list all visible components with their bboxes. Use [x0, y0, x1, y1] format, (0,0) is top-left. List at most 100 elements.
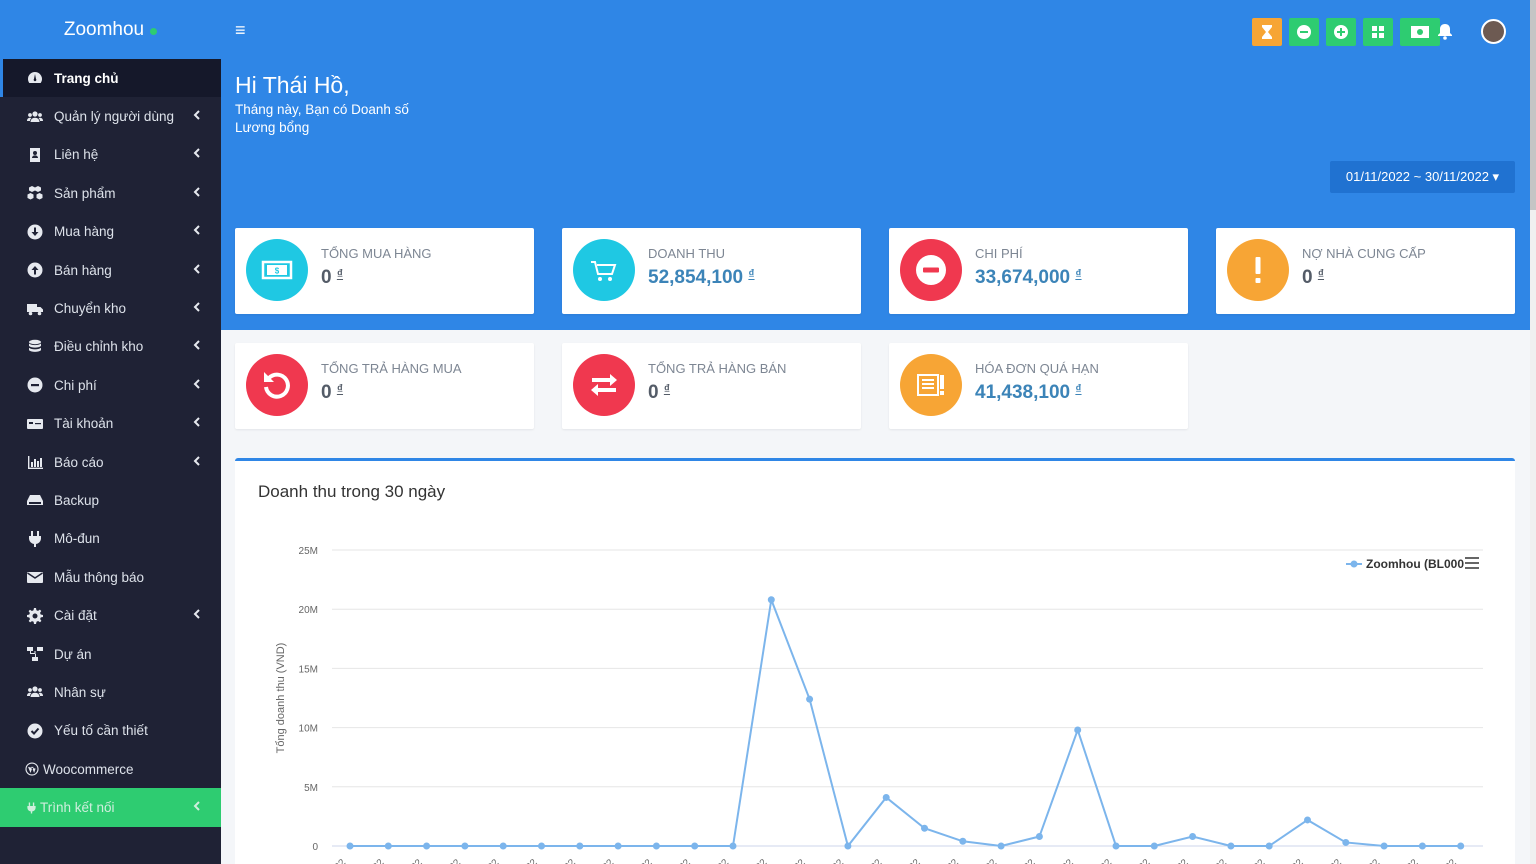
- add-sale-button[interactable]: [1326, 18, 1356, 46]
- currency-symbol: ₫: [336, 267, 344, 281]
- money-bill-icon: [1411, 26, 1429, 38]
- dashboard-icon: [25, 70, 45, 86]
- data-point: [384, 842, 392, 850]
- cubes-icon: [25, 185, 45, 201]
- chevron-left-icon: [193, 417, 203, 430]
- sidebar-item-10[interactable]: Báo cáo: [0, 443, 221, 481]
- data-point: [1342, 838, 1350, 846]
- brand-logo[interactable]: Zoomhou: [0, 0, 221, 59]
- money-bill-icon: $: [246, 239, 308, 301]
- stat-card-title: TỔNG TRẢ HÀNG BÁN: [648, 361, 787, 376]
- cash-register-button[interactable]: [1400, 18, 1440, 46]
- x-tick-label: 22: [1137, 857, 1153, 864]
- revenue-chart-panel: Doanh thu trong 30 ngày 0 5M 10M 15M 20M 25M T…: [235, 458, 1515, 864]
- stat-card-amount: 0: [321, 267, 332, 288]
- sidebar-item-2[interactable]: Liên hệ: [0, 136, 221, 174]
- sidebar-item-label: Trang chủ: [54, 70, 119, 86]
- arrow-circle-up-icon: [25, 262, 45, 278]
- x-tick-label: 22: [562, 857, 578, 864]
- envelope-icon: [25, 569, 45, 585]
- currency-symbol: ₫: [1317, 267, 1325, 281]
- page-scrollbar[interactable]: [1530, 0, 1536, 864]
- sidebar-item-19[interactable]: Trình kết nối: [0, 788, 221, 827]
- sidebar-item-18[interactable]: Woocommerce: [0, 750, 221, 788]
- chevron-left-icon: [193, 263, 203, 277]
- x-tick-label: 22: [1443, 857, 1459, 864]
- sidebar-item-0[interactable]: Trang chủ: [0, 59, 221, 98]
- sidebar-item-14[interactable]: Cài đặt: [0, 596, 221, 634]
- sidebar-item-3[interactable]: Sản phẩm: [0, 174, 221, 212]
- x-tick-label: 22: [1290, 857, 1306, 864]
- currency-symbol: ₫: [1075, 267, 1082, 281]
- sidebar-item-label: Tài khoản: [54, 416, 114, 432]
- sidebar-item-16[interactable]: Nhân sự: [0, 673, 221, 711]
- stat-card-amount: 0: [648, 382, 659, 403]
- sidebar-item-15[interactable]: Dự án: [0, 635, 221, 673]
- x-tick-label: 22: [1328, 857, 1344, 864]
- chevron-left-icon: [193, 225, 203, 238]
- greeting-line-1: Tháng này, Bạn có Doanh số: [235, 102, 409, 117]
- chevron-left-icon: [193, 801, 203, 814]
- sidebar-item-label: Quản lý người dùng: [54, 109, 174, 125]
- data-point: [1112, 842, 1120, 850]
- x-tick-label: 22: [639, 857, 655, 864]
- revenue-line-chart: 0 5M 10M 15M 20M 25M Tổng doanh thu (VND) 22 22 2…: [275, 546, 1483, 864]
- sidebar-item-12[interactable]: Mô-đun: [0, 520, 221, 558]
- stat-card-title: CHI PHÍ: [975, 246, 1023, 261]
- wordpress-icon: [25, 761, 39, 777]
- date-range-picker[interactable]: 01/11/2022 ~ 30/11/2022 ▾: [1330, 161, 1515, 193]
- y-tick-label: 20M: [299, 605, 318, 616]
- data-point: [1150, 842, 1158, 850]
- x-tick-label: 22: [1405, 857, 1421, 864]
- y-tick-label: 5M: [304, 783, 318, 794]
- chevron-left-icon: [193, 187, 203, 200]
- chevron-left-icon: [193, 110, 203, 123]
- data-point: [806, 695, 814, 703]
- sidebar-item-5[interactable]: Bán hàng: [0, 251, 221, 289]
- sidebar-item-9[interactable]: Tài khoản: [0, 405, 221, 443]
- sidebar-item-11[interactable]: Backup: [0, 481, 221, 519]
- users-icon: [25, 109, 45, 125]
- address-book-icon: [25, 147, 45, 163]
- arrow-circle-down-icon: [25, 224, 45, 240]
- chart-menu-icon[interactable]: [1465, 557, 1479, 569]
- data-point: [1035, 833, 1043, 841]
- data-point: [1227, 842, 1235, 850]
- stat-card-title: TỔNG MUA HÀNG: [321, 246, 432, 261]
- sidebar-item-17[interactable]: Yếu tố cần thiết: [0, 712, 221, 750]
- data-point: [767, 596, 775, 604]
- x-tick-label: 22: [830, 857, 846, 864]
- menu-toggle-icon[interactable]: ≡: [235, 20, 246, 41]
- x-tick-label: 22: [715, 857, 731, 864]
- x-tick-label: 22: [409, 857, 425, 864]
- user-avatar[interactable]: [1481, 19, 1506, 44]
- y-tick-label: 0: [312, 842, 318, 853]
- stat-card-title: HÓA ĐƠN QUÁ HẠN: [975, 361, 1099, 376]
- data-point: [499, 842, 507, 850]
- x-tick-label: 22: [984, 857, 1000, 864]
- sidebar-item-label: Woocommerce: [43, 761, 134, 777]
- sidebar-item-7[interactable]: Điều chỉnh kho: [0, 328, 221, 366]
- bell-icon[interactable]: [1436, 22, 1454, 40]
- data-point: [921, 824, 928, 832]
- scrollbar-thumb[interactable]: [1530, 0, 1536, 210]
- data-point: [576, 842, 584, 850]
- sidebar-item-13[interactable]: Mẫu thông báo: [0, 558, 221, 596]
- stat-card-3: NỢ NHÀ CUNG CẤP 0 ₫: [1216, 228, 1515, 314]
- sidebar-item-8[interactable]: Chi phí: [0, 366, 221, 404]
- stat-card-amount: 0: [1302, 267, 1313, 288]
- cog-icon: [25, 607, 45, 624]
- sidebar-item-label: Mẫu thông báo: [54, 569, 145, 585]
- clock-in-button[interactable]: [1252, 18, 1282, 46]
- x-tick-label: 22: [945, 857, 961, 864]
- x-tick-label: 22: [869, 857, 885, 864]
- greeting: Hi Thái Hồ, Tháng này, Bạn có Doanh số L…: [235, 72, 409, 137]
- check-circle-icon: [25, 723, 45, 739]
- database-icon: [25, 339, 45, 355]
- sidebar-item-4[interactable]: Mua hàng: [0, 213, 221, 251]
- add-expense-button[interactable]: [1289, 18, 1319, 46]
- stat-card-value: 41,438,100 ₫: [975, 382, 1082, 404]
- sidebar-item-6[interactable]: Chuyển kho: [0, 289, 221, 327]
- pos-button[interactable]: [1363, 18, 1393, 46]
- sidebar-item-1[interactable]: Quản lý người dùng: [0, 97, 221, 135]
